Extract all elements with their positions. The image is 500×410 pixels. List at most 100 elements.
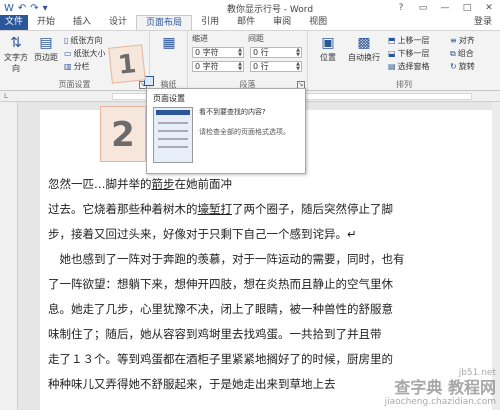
ribbon-tabs: 文件 开始 插入 设计 页面布局 引用 邮件 审阅 视图 登录 [0,15,500,31]
text-run: 息。她走了几步，心里犹豫不决，闭上了眼睛，被一种兽性的舒服意 [48,302,393,316]
maximize-button[interactable]: □ [456,0,478,16]
thumbnail-titlebar [156,110,190,115]
text-direction-button[interactable]: ⇅ 文字方向 [2,34,30,74]
selection-pane-button[interactable]: ▤ 选择窗格 [388,61,430,72]
paper-icon: ▦ [162,35,176,51]
text-line[interactable]: 了一阵欲望：想躺下来，想伸开四肢，想在炎热而且静止的空气里休 [48,272,438,297]
group-arrange: ▣ 位置 ▩ 自动换行 ⬒ 上移一层 ⬓ 下移一层 ▤ 选择窗格 ≡ 对齐 ⧉ 组合 ↻ 旋… [308,31,500,91]
thumbnail-line [158,138,188,140]
margins-button[interactable]: ▤ 页边距 [32,34,60,63]
thumbnail-line [158,122,188,124]
ribbon-display-button[interactable]: ▭ [412,0,434,16]
text-run: 脚并举的 [105,177,152,191]
spin-arrows-icon[interactable]: ▲ ▼ [296,48,300,58]
spacing-after-input[interactable]: 0 行 ▲ ▼ [250,61,302,72]
size-button[interactable]: ▭ 纸张大小 [64,48,106,59]
step-2-callout: 2 [100,106,146,162]
indent-right-input[interactable]: 0 字符 ▲ ▼ [192,61,244,72]
position-button[interactable]: ▣ 位置 [314,34,342,63]
paragraph-2[interactable]: 她也感到了一阵对于奔跑的羡慕，对于一阵运动的需要，同时，也有了一阵欲望：想躺下来… [48,247,438,397]
ruler-tab-selector-icon[interactable]: L [4,92,8,100]
text-run: 她前面冲 [186,177,232,191]
tab-view[interactable]: 视图 [300,15,336,30]
position-icon: ▣ [321,35,335,51]
spacing-label: 间距 [248,34,264,43]
text-line[interactable]: 走了１３个。等到鸡蛋都在酒柜子里紧紧地搁好了的时候，厨房里的 [48,347,438,372]
tab-home[interactable]: 开始 [28,15,64,30]
group-objects-button[interactable]: ⧉ 组合 [450,48,474,59]
text-run: 走了１３个。等到鸡蛋都在酒柜子里紧紧地搁好了的时候，厨房里的 [48,352,393,366]
wrap-text-icon: ▩ [357,35,371,51]
tooltip-description: 请检查全部的页面格式选项。 [199,128,290,136]
align-icon: ≡ [450,36,457,45]
columns-icon: ▥ [64,62,72,71]
selection-pane-icon: ▤ [388,62,396,71]
align-button[interactable]: ≡ 对齐 [450,35,475,46]
bring-forward-icon: ⬒ [388,36,396,45]
rotate-button[interactable]: ↻ 旋转 [450,61,475,72]
bring-forward-button[interactable]: ⬒ 上移一层 [388,35,430,46]
wrap-text-button[interactable]: ▩ 自动换行 [346,34,382,63]
help-button[interactable]: ? [390,0,412,16]
login-link[interactable]: 登录 [465,15,500,30]
text-run: 壕堑打 [197,202,233,216]
text-run: … [94,177,106,191]
spacing-before-input[interactable]: 0 行 ▲ ▼ [250,47,302,58]
redo-icon[interactable]: ↷ [30,3,38,14]
save-icon[interactable]: ▾ [43,3,48,14]
rotate-icon: ↻ [450,62,457,71]
paragraph-1[interactable]: 忽然一匹…脚并举的箭步在她前面冲 过去。它烧着那些种着树木的壕堑打了两个圈子，随后… [48,172,438,247]
text-run: 忽然一匹 [48,177,94,191]
tab-review[interactable]: 审阅 [264,15,300,30]
page-setup-tooltip: 页面设置 看不到要查找的内容? 请检查全部的页面格式选项。 [146,88,306,174]
orientation-button[interactable]: ▯ 纸张方向 [64,35,102,46]
title-bar: W ↶ ↷ ▾ 教你显示行号 - Word ? ▭ — □ ✕ [0,0,500,16]
text-run: 步，接着又回过头来，好像对于只剩下自己一个感到诧异。↵ [48,227,357,241]
size-icon: ▭ [64,49,72,58]
minimize-button[interactable]: — [434,0,456,16]
indent-left-input[interactable]: 0 字符 ▲ ▼ [192,47,244,58]
text-line[interactable]: 忽然一匹…脚并举的箭步在她前面冲 [48,172,438,197]
text-line[interactable]: 息。她走了几步，心里犹豫不决，闭上了眼睛，被一种兽性的舒服意 [48,297,438,322]
word-logo-icon: W [4,2,14,14]
undo-icon[interactable]: ↶ [18,3,26,14]
watermark: jb51.net 查字典 教程网 jiaocheng.chazidian.com [385,368,496,408]
close-button[interactable]: ✕ [478,0,500,16]
tab-file[interactable]: 文件 [0,15,28,30]
text-line[interactable]: 步，接着又回过头来，好像对于只剩下自己一个感到诧异。↵ [48,222,438,247]
ribbon: ⇅ 文字方向 ▤ 页边距 ▯ 纸张方向 ▭ 纸张大小 ▥ 分栏 页面设置 ↘ ▦ 稿纸… [0,31,500,91]
spin-arrows-icon[interactable]: ▲ ▼ [238,62,242,72]
window-controls: ? ▭ — □ ✕ [390,0,500,16]
group-icon: ⧉ [450,49,456,58]
tab-design[interactable]: 设计 [100,15,136,30]
text-run: 了一阵欲望：想躺下来，想伸开四肢，想在炎热而且静止的空气里休 [48,277,393,291]
tooltip-question: 看不到要查找的内容? [199,108,266,116]
group-paper: ▦ 稿纸 [150,31,188,91]
vertical-ruler [0,102,18,410]
vertical-scrollbar[interactable] [492,102,500,410]
tab-page-layout[interactable]: 页面布局 [136,15,193,30]
window-title: 教你显示行号 - Word [226,4,314,15]
group-paragraph: 缩进 间距 0 字符 ▲ ▼ 0 字符 ▲ ▼ 0 行 ▲ ▼ 0 行 ▲ ▼ 段落 ↘ [188,31,308,91]
spin-arrows-icon[interactable]: ▲ ▼ [238,48,242,58]
thumbnail-line [158,130,188,132]
paper-button[interactable]: ▦ [155,34,183,52]
spin-arrows-icon[interactable]: ▲ ▼ [296,62,300,72]
columns-button[interactable]: ▥ 分栏 [64,61,90,72]
tab-insert[interactable]: 插入 [64,15,100,30]
watermark-brand: 查字典 教程网 [394,378,496,397]
text-line[interactable]: 种种味儿又弄得她不舒服起来，于是她走出来到草地上去 [48,372,438,397]
send-backward-button[interactable]: ⬓ 下移一层 [388,48,430,59]
tooltip-title: 页面设置 [153,94,185,103]
text-line[interactable]: 她也感到了一阵对于奔跑的羡慕，对于一阵运动的需要，同时，也有 [48,247,438,272]
thumbnail-line [158,146,188,148]
text-run: 种种味儿又弄得她不舒服起来，于是她走出来到草地上去 [48,377,336,391]
text-line[interactable]: 过去。它烧着那些种着树木的壕堑打了两个圈子，随后突然停止了脚 [48,197,438,222]
indent-label: 缩进 [192,34,208,43]
tab-references[interactable]: 引用 [192,15,228,30]
text-line[interactable]: 味制住了；随后，她从容容到鸡埘里去找鸡蛋。一共拾到了并且带 [48,322,438,347]
text-run: 在 [174,177,187,191]
page-setup-dialog-thumbnail-icon [153,107,193,163]
text-direction-icon: ⇅ [10,35,22,51]
tab-mailings[interactable]: 邮件 [228,15,264,30]
